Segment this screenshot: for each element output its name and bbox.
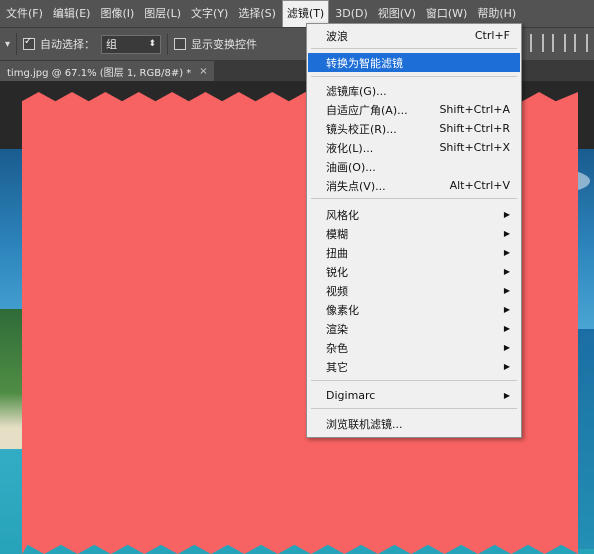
align-icons-group xyxy=(530,34,588,52)
shortcut-label: Ctrl+F xyxy=(474,29,510,42)
menu-item-liquify[interactable]: 液化(L)... Shift+Ctrl+X xyxy=(308,138,520,157)
menu-item-filter-gallery[interactable]: 滤镜库(G)... xyxy=(308,81,520,100)
menu-item-label: 视频 xyxy=(326,284,348,298)
menu-item-digimarc[interactable]: Digimarc ▶ xyxy=(308,386,520,405)
tool-preset-arrow-icon[interactable]: ▾ xyxy=(5,39,10,50)
menu-separator xyxy=(311,76,517,77)
menu-separator xyxy=(311,380,517,381)
show-transform-label: 显示变换控件 xyxy=(191,38,258,51)
separator xyxy=(167,33,169,55)
menu-layer[interactable]: 图层(L) xyxy=(140,0,185,27)
menu-item-label: 浏览联机滤镜... xyxy=(326,417,403,431)
menu-item-sharpen[interactable]: 锐化 ▶ xyxy=(308,262,520,281)
shortcut-label: Shift+Ctrl+R xyxy=(439,122,510,135)
auto-select-checkbox[interactable] xyxy=(23,36,36,50)
menu-item-blur[interactable]: 模糊 ▶ xyxy=(308,224,520,243)
menu-item-label: 渲染 xyxy=(326,322,348,336)
auto-select-label: 自动选择： xyxy=(40,38,96,51)
menu-item-label: 自适应广角(A)... xyxy=(326,103,408,117)
submenu-arrow-icon: ▶ xyxy=(503,248,510,257)
menu-item-noise[interactable]: 杂色 ▶ xyxy=(308,338,520,357)
menu-item-pixelate[interactable]: 像素化 ▶ xyxy=(308,300,520,319)
submenu-arrow-icon: ▶ xyxy=(503,343,510,352)
menu-item-label: 转换为智能滤镜 xyxy=(326,56,403,70)
menu-item-label: 风格化 xyxy=(326,208,359,222)
menu-item-stylize[interactable]: 风格化 ▶ xyxy=(308,205,520,224)
menu-separator xyxy=(311,198,517,199)
menu-item-label: 模糊 xyxy=(326,227,348,241)
submenu-arrow-icon: ▶ xyxy=(503,324,510,333)
menu-item-adaptive-wide-angle[interactable]: 自适应广角(A)... Shift+Ctrl+A xyxy=(308,100,520,119)
auto-select-value: 组 xyxy=(106,38,118,51)
close-icon[interactable]: × xyxy=(199,66,207,77)
menu-item-distort[interactable]: 扭曲 ▶ xyxy=(308,243,520,262)
menu-item-wave[interactable]: 波浪 Ctrl+F xyxy=(308,26,520,45)
menu-separator xyxy=(311,48,517,49)
menu-item-label: 锐化 xyxy=(326,265,348,279)
submenu-arrow-icon: ▶ xyxy=(503,391,510,400)
auto-select-dropdown[interactable]: 组 ⬍ xyxy=(101,34,162,54)
separator xyxy=(16,33,18,55)
menu-item-video[interactable]: 视频 ▶ xyxy=(308,281,520,300)
show-transform-checkbox[interactable] xyxy=(174,38,187,50)
menu-item-label: 扭曲 xyxy=(326,246,348,260)
menu-item-convert-smart-filter[interactable]: 转换为智能滤镜 xyxy=(308,53,520,72)
menu-edit[interactable]: 编辑(E) xyxy=(49,0,95,27)
dropdown-arrow-icon: ⬍ xyxy=(148,39,157,49)
shortcut-label: Alt+Ctrl+V xyxy=(449,179,510,192)
shortcut-label: Shift+Ctrl+A xyxy=(439,103,510,116)
submenu-arrow-icon: ▶ xyxy=(503,229,510,238)
align-right-icon[interactable] xyxy=(552,34,566,52)
align-center-icon[interactable] xyxy=(530,34,544,52)
menu-type[interactable]: 文字(Y) xyxy=(187,0,232,27)
menu-item-label: 其它 xyxy=(326,360,348,374)
submenu-arrow-icon: ▶ xyxy=(503,305,510,314)
menu-item-label: 波浪 xyxy=(326,29,348,43)
submenu-arrow-icon: ▶ xyxy=(503,267,510,276)
menu-item-label: Digimarc xyxy=(326,389,376,402)
menu-item-render[interactable]: 渲染 ▶ xyxy=(308,319,520,338)
menu-item-oil-paint[interactable]: 油画(O)... xyxy=(308,157,520,176)
menu-item-browse-online-filters[interactable]: 浏览联机滤镜... xyxy=(308,414,520,433)
submenu-arrow-icon: ▶ xyxy=(503,286,510,295)
filter-menu: 波浪 Ctrl+F 转换为智能滤镜 滤镜库(G)... 自适应广角(A)... … xyxy=(306,23,522,438)
menu-item-label: 消失点(V)... xyxy=(326,179,386,193)
menu-item-other[interactable]: 其它 ▶ xyxy=(308,357,520,376)
menu-item-label: 液化(L)... xyxy=(326,141,374,155)
distribute-icon[interactable] xyxy=(574,34,588,52)
menu-item-label: 杂色 xyxy=(326,341,348,355)
document-tab-title: timg.jpg @ 67.1% (图层 1, RGB/8#) * xyxy=(7,67,192,79)
menu-item-label: 镜头校正(R)... xyxy=(326,122,397,136)
menu-item-label: 滤镜库(G)... xyxy=(326,84,387,98)
menu-image[interactable]: 图像(I) xyxy=(96,0,138,27)
menu-file[interactable]: 文件(F) xyxy=(0,0,47,27)
menu-separator xyxy=(311,408,517,409)
submenu-arrow-icon: ▶ xyxy=(503,210,510,219)
submenu-arrow-icon: ▶ xyxy=(503,362,510,371)
menu-select[interactable]: 选择(S) xyxy=(234,0,280,27)
menu-item-label: 油画(O)... xyxy=(326,160,376,174)
shortcut-label: Shift+Ctrl+X xyxy=(439,141,510,154)
menu-item-label: 像素化 xyxy=(326,303,359,317)
menu-item-vanishing-point[interactable]: 消失点(V)... Alt+Ctrl+V xyxy=(308,176,520,195)
document-tab[interactable]: timg.jpg @ 67.1% (图层 1, RGB/8#) * × xyxy=(0,61,214,81)
menu-item-lens-correction[interactable]: 镜头校正(R)... Shift+Ctrl+R xyxy=(308,119,520,138)
